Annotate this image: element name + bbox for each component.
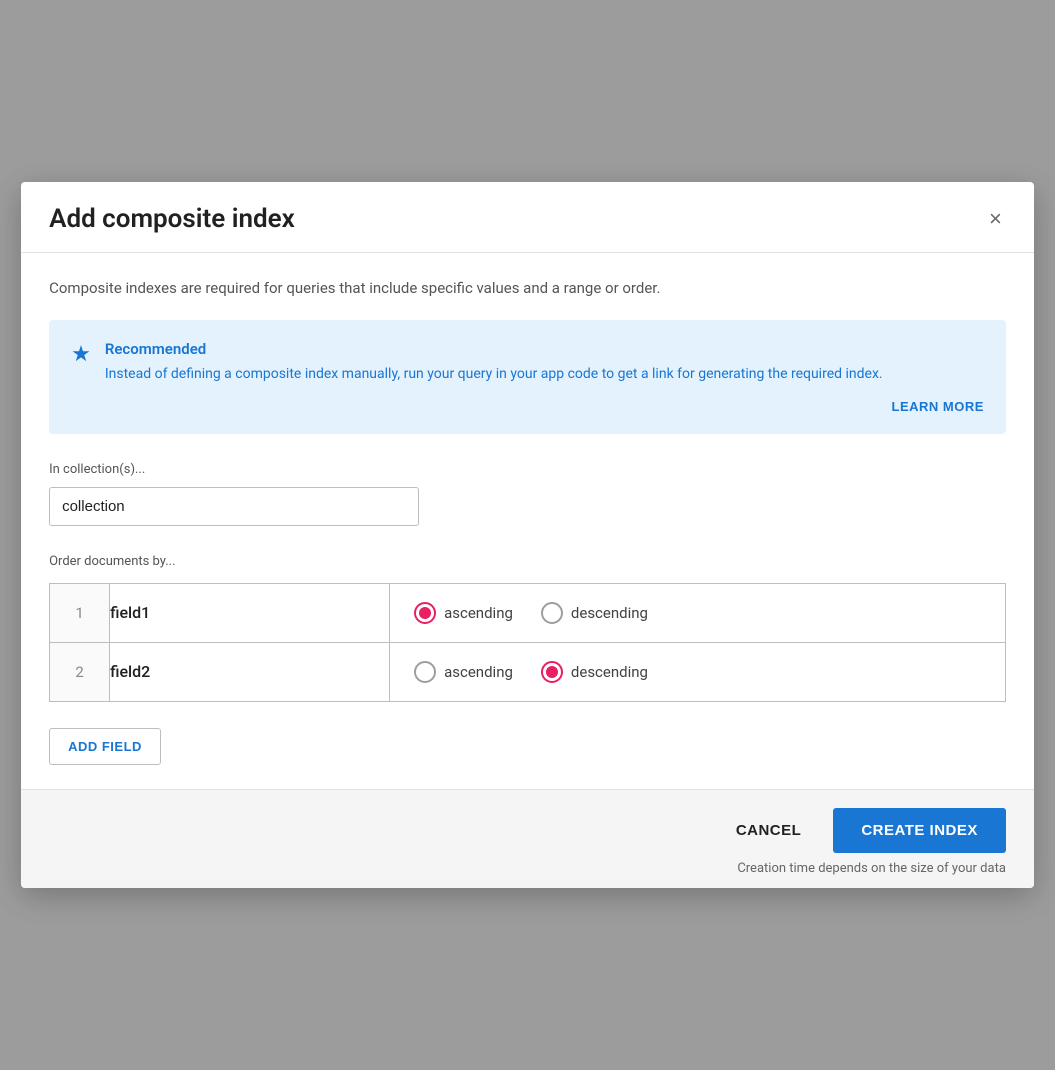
radio-cell-2: ascending descending — [390, 642, 1006, 701]
dialog-body: Composite indexes are required for queri… — [21, 253, 1034, 789]
row-number-1: 1 — [50, 583, 110, 642]
descending-option-1[interactable]: descending — [541, 602, 648, 624]
recommendation-box: ★ Recommended Instead of defining a comp… — [49, 320, 1006, 434]
row-number-2: 2 — [50, 642, 110, 701]
ascending-radio-2[interactable] — [414, 661, 436, 683]
ascending-option-1[interactable]: ascending — [414, 602, 513, 624]
learn-more-button[interactable]: LEARN MORE — [892, 399, 984, 414]
footer-note: Creation time depends on the size of you… — [737, 861, 1006, 876]
descending-radio-2[interactable] — [541, 661, 563, 683]
recommendation-title: Recommended — [105, 340, 984, 358]
descending-option-2[interactable]: descending — [541, 661, 648, 683]
descending-radio-1[interactable] — [541, 602, 563, 624]
field-name-2: field2 — [110, 642, 390, 701]
collection-label: In collection(s)... — [49, 462, 1006, 477]
ascending-option-2[interactable]: ascending — [414, 661, 513, 683]
recommendation-text: Instead of defining a composite index ma… — [105, 364, 984, 385]
table-row: 2 field2 ascending — [50, 642, 1006, 701]
dialog: Add composite index × Composite indexes … — [21, 182, 1034, 888]
collection-input[interactable] — [49, 487, 419, 526]
star-icon: ★ — [71, 342, 91, 367]
learn-more-container: LEARN MORE — [71, 399, 984, 414]
rec-top: ★ Recommended Instead of defining a comp… — [71, 340, 984, 385]
order-label: Order documents by... — [49, 554, 1006, 569]
descending-label-2: descending — [571, 663, 648, 681]
close-button[interactable]: × — [985, 204, 1006, 234]
add-field-button[interactable]: ADD FIELD — [49, 728, 161, 765]
dialog-title: Add composite index — [49, 204, 295, 234]
create-index-button[interactable]: CREATE INDEX — [833, 808, 1006, 853]
cancel-button[interactable]: CANCEL — [714, 808, 824, 853]
ascending-label-1: ascending — [444, 604, 513, 622]
ascending-radio-1[interactable] — [414, 602, 436, 624]
descending-label-1: descending — [571, 604, 648, 622]
footer-buttons: CANCEL CREATE INDEX — [714, 808, 1006, 853]
fields-table: 1 field1 ascending — [49, 583, 1006, 702]
ascending-label-2: ascending — [444, 663, 513, 681]
dialog-overlay: Add composite index × Composite indexes … — [0, 0, 1055, 1070]
table-row: 1 field1 ascending — [50, 583, 1006, 642]
dialog-header: Add composite index × — [21, 182, 1034, 253]
field-name-1: field1 — [110, 583, 390, 642]
radio-cell-1: ascending descending — [390, 583, 1006, 642]
rec-content: Recommended Instead of defining a compos… — [105, 340, 984, 385]
description-text: Composite indexes are required for queri… — [49, 277, 1006, 300]
dialog-footer: CANCEL CREATE INDEX Creation time depend… — [21, 789, 1034, 888]
